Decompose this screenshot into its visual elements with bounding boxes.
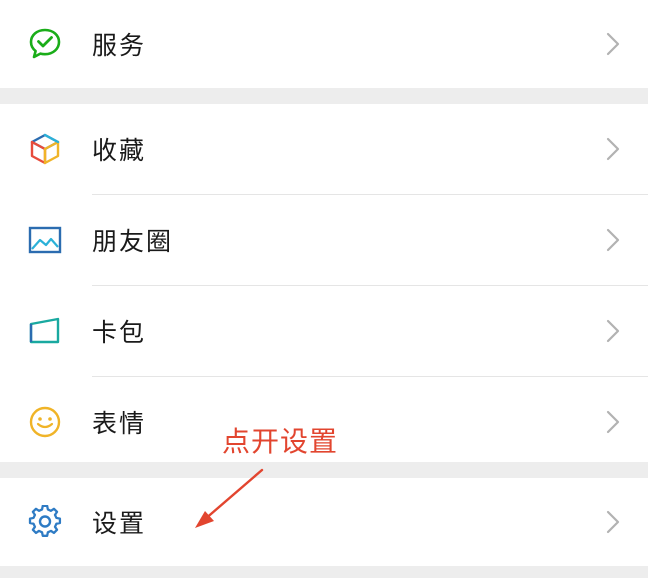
chevron-right-icon xyxy=(604,507,622,537)
menu-item-services[interactable]: 服务 xyxy=(0,0,648,88)
menu-item-favorites[interactable]: 收藏 xyxy=(0,104,648,194)
menu-item-label: 表情 xyxy=(92,409,147,438)
menu-group-services: 服务 xyxy=(0,0,648,88)
menu-item-label: 卡包 xyxy=(92,318,147,347)
moments-picture-icon xyxy=(26,221,64,259)
chevron-right-icon xyxy=(604,407,622,437)
favorites-cube-icon xyxy=(26,130,64,168)
menu-item-card-wallet[interactable]: 卡包 xyxy=(0,286,648,376)
menu-item-label: 收藏 xyxy=(92,136,147,165)
chevron-right-icon xyxy=(604,134,622,164)
chevron-right-icon xyxy=(604,225,622,255)
settings-gear-icon xyxy=(26,503,64,541)
card-wallet-icon xyxy=(26,312,64,350)
service-chat-icon xyxy=(26,25,64,63)
annotation-text: 点开设置 xyxy=(222,425,339,458)
chevron-right-icon xyxy=(604,316,622,346)
sticker-smile-icon xyxy=(26,403,64,441)
menu-item-label: 设置 xyxy=(92,509,147,538)
menu-item-label: 服务 xyxy=(92,31,147,60)
menu-item-moments[interactable]: 朋友圈 xyxy=(0,195,648,285)
menu-item-settings[interactable]: 设置 xyxy=(0,478,648,566)
menu-group-settings: 设置 xyxy=(0,478,648,566)
chevron-right-icon xyxy=(604,29,622,59)
menu-item-label: 朋友圈 xyxy=(92,227,174,256)
menu-group-main: 收藏 朋友圈 卡包 表情 xyxy=(0,104,648,462)
